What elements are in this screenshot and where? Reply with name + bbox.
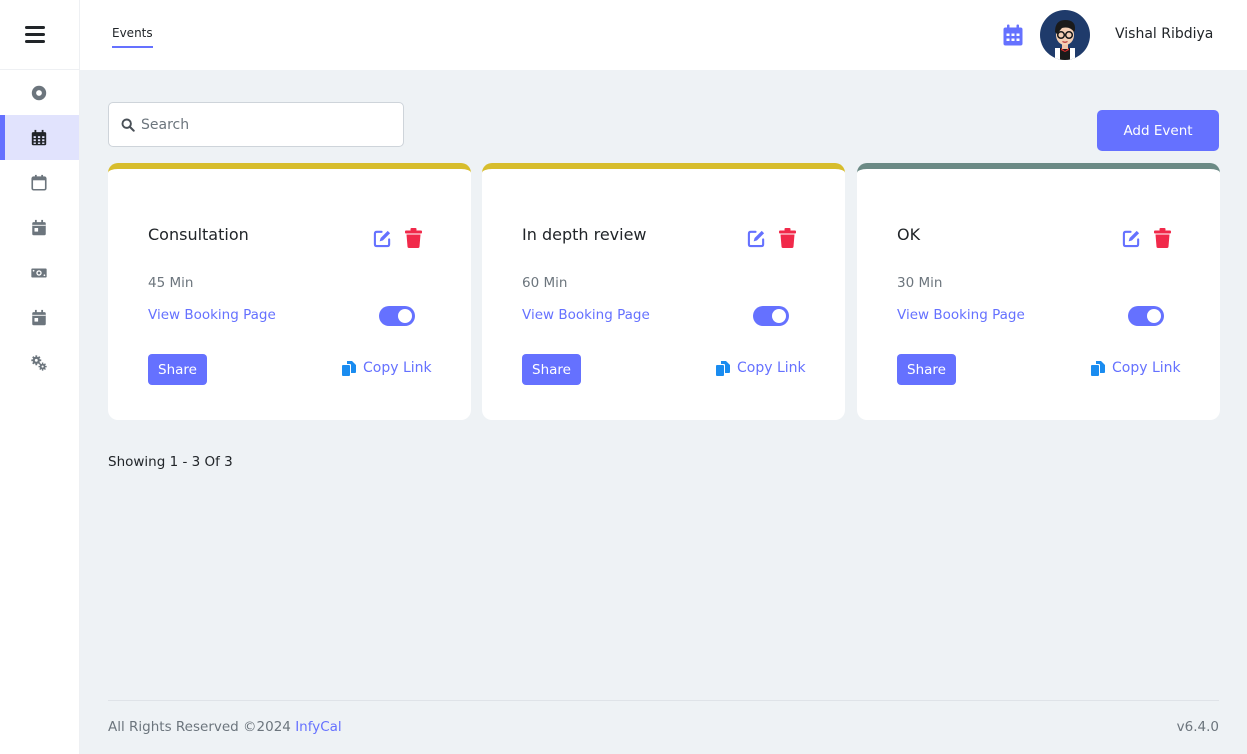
- view-booking-page-link[interactable]: View Booking Page: [148, 307, 276, 323]
- event-card: In depth review 60 Min View Booking Page…: [482, 163, 845, 420]
- brand-link[interactable]: InfyCal: [295, 719, 342, 735]
- delete-icon[interactable]: [779, 228, 796, 248]
- sidebar-item-bookings[interactable]: [0, 295, 79, 340]
- pagination-summary: Showing 1 - 3 Of 3: [108, 454, 233, 470]
- user-name[interactable]: Vishal Ribdiya: [1115, 26, 1213, 42]
- share-button[interactable]: Share: [522, 354, 581, 385]
- sidebar-nav: [0, 70, 79, 385]
- gears-icon: [30, 354, 47, 371]
- share-button[interactable]: Share: [897, 354, 956, 385]
- add-event-button[interactable]: Add Event: [1097, 110, 1219, 151]
- calendar-day-icon: [31, 309, 46, 325]
- event-card: Consultation 45 Min View Booking Page Sh…: [108, 163, 471, 420]
- event-status-toggle[interactable]: [379, 306, 415, 326]
- calendar-day-icon: [31, 219, 46, 235]
- sidebar-item-calendar[interactable]: [0, 160, 79, 205]
- app-version: v6.4.0: [1176, 719, 1219, 735]
- event-title: OK: [897, 225, 921, 244]
- calendar-grid-icon: [31, 129, 46, 145]
- edit-icon[interactable]: [1122, 229, 1141, 248]
- event-status-toggle[interactable]: [1128, 306, 1164, 326]
- calendar-outline-icon: [30, 174, 47, 191]
- share-button[interactable]: Share: [148, 354, 207, 385]
- copy-link-label: Copy Link: [1112, 360, 1181, 376]
- sidebar: [0, 0, 80, 754]
- sidebar-item-schedules[interactable]: [0, 205, 79, 250]
- copy-link-button[interactable]: Copy Link: [342, 360, 432, 376]
- copy-icon: [342, 360, 356, 376]
- avatar-image: [1055, 20, 1076, 60]
- event-title: In depth review: [522, 225, 647, 244]
- event-card: OK 30 Min View Booking Page Share Copy L…: [857, 163, 1220, 420]
- sidebar-item-settings[interactable]: [0, 340, 79, 385]
- search-box[interactable]: [108, 102, 404, 147]
- event-duration: 45 Min: [148, 275, 194, 291]
- footer-copyright: All Rights Reserved ©2024 InfyCal: [108, 719, 342, 735]
- delete-icon[interactable]: [405, 228, 422, 248]
- view-booking-page-link[interactable]: View Booking Page: [897, 307, 1025, 323]
- sidebar-brand: [0, 0, 79, 70]
- edit-icon[interactable]: [373, 229, 392, 248]
- calendar-icon[interactable]: [1003, 24, 1023, 46]
- event-title: Consultation: [148, 225, 249, 244]
- top-header: Events Vishal Ribdiya: [80, 0, 1247, 70]
- sidebar-item-transactions[interactable]: [0, 250, 79, 295]
- copyright-text: All Rights Reserved ©2024: [108, 719, 296, 735]
- copy-link-button[interactable]: Copy Link: [1091, 360, 1181, 376]
- event-duration: 60 Min: [522, 275, 568, 291]
- copy-link-label: Copy Link: [737, 360, 806, 376]
- search-input[interactable]: [141, 116, 391, 133]
- tab-events[interactable]: Events: [112, 26, 153, 48]
- footer-divider: [108, 700, 1219, 701]
- copy-icon: [716, 360, 730, 376]
- sidebar-item-dashboard[interactable]: [0, 70, 79, 115]
- menu-toggle-icon[interactable]: [24, 26, 45, 43]
- money-bill-icon: [30, 268, 47, 277]
- view-booking-page-link[interactable]: View Booking Page: [522, 307, 650, 323]
- edit-icon[interactable]: [747, 229, 766, 248]
- avatar[interactable]: [1040, 10, 1090, 60]
- delete-icon[interactable]: [1154, 228, 1171, 248]
- event-duration: 30 Min: [897, 275, 943, 291]
- copy-link-button[interactable]: Copy Link: [716, 360, 806, 376]
- copy-link-label: Copy Link: [363, 360, 432, 376]
- event-status-toggle[interactable]: [753, 306, 789, 326]
- sidebar-item-events[interactable]: [0, 115, 79, 160]
- copy-icon: [1091, 360, 1105, 376]
- search-icon: [121, 118, 135, 132]
- dashboard-icon: [31, 85, 46, 100]
